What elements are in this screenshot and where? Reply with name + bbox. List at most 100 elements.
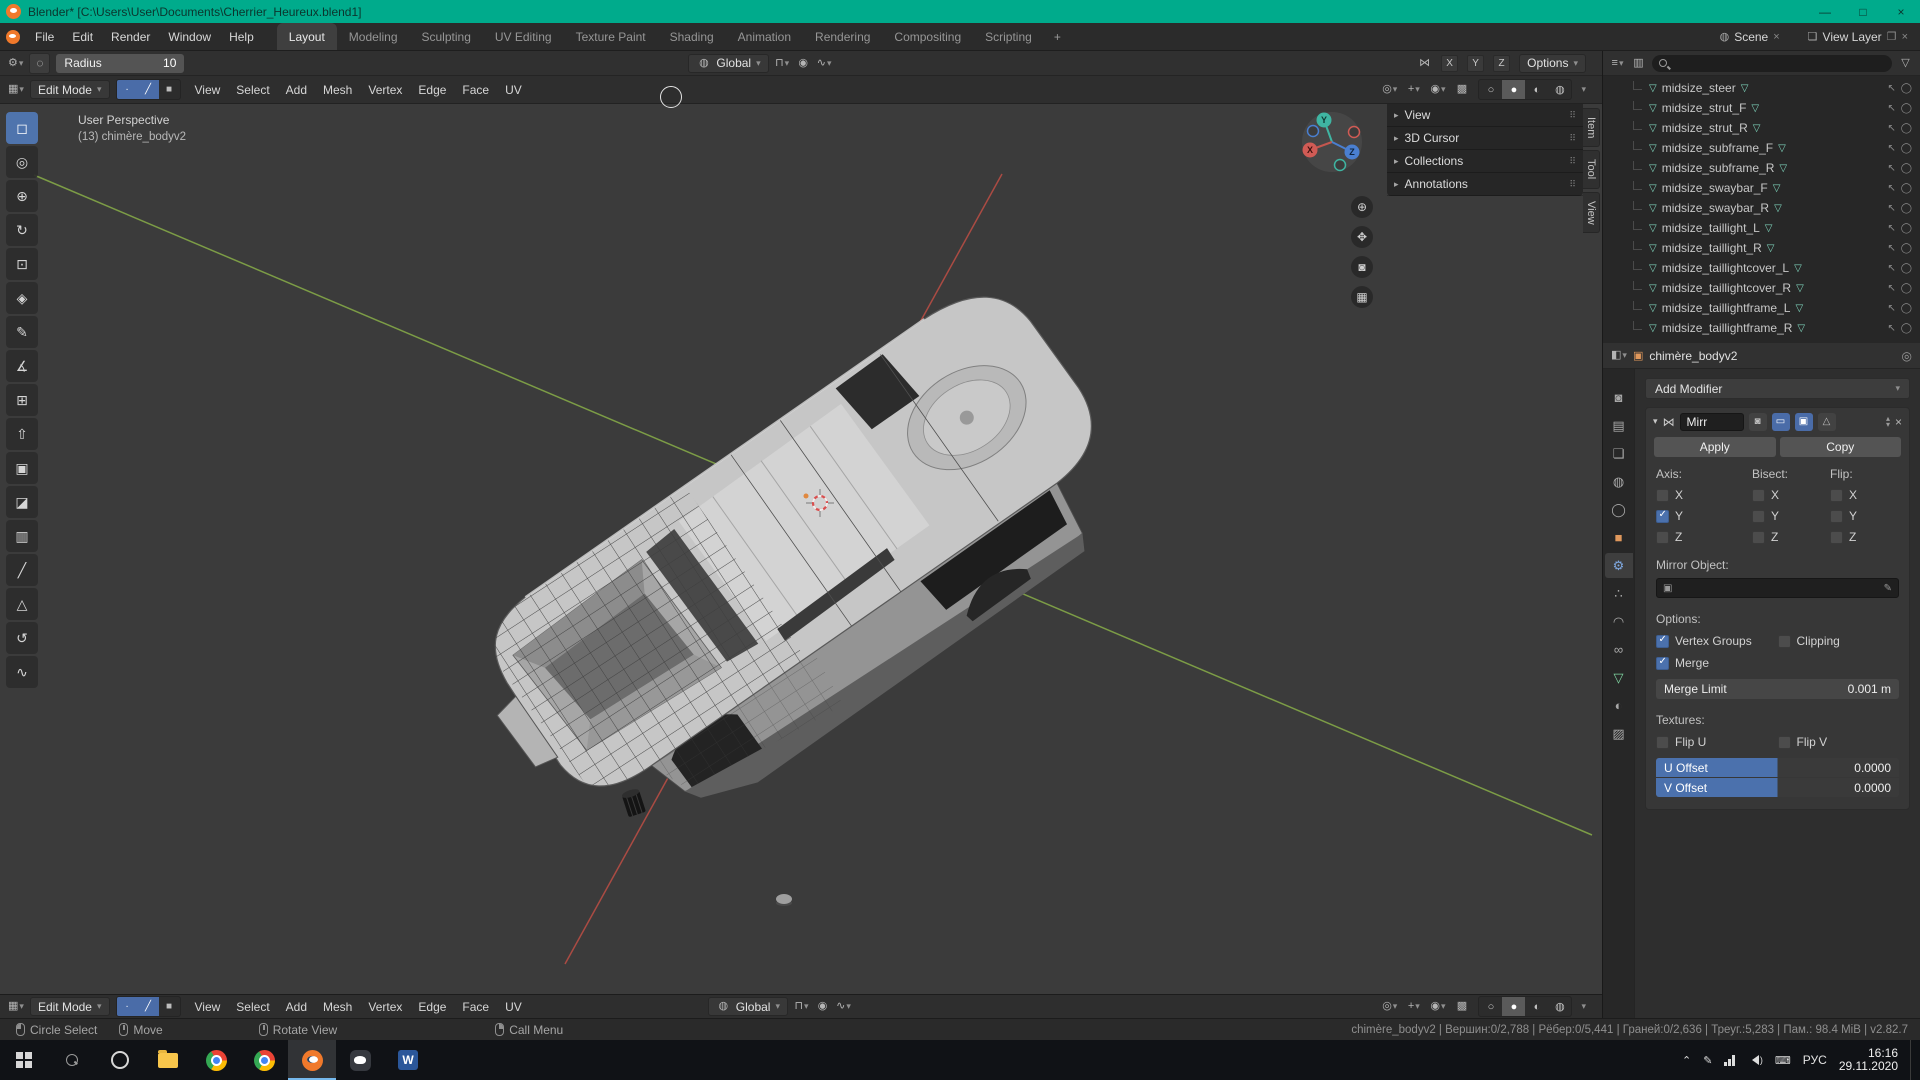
modifier-cage-toggle[interactable]: △ (1818, 413, 1836, 431)
outliner-item[interactable]: ▽ midsize_taillightframe_R ▽ ↖ ◯ (1603, 318, 1920, 338)
outliner-item[interactable]: ▽ midsize_taillightframe_L ▽ ↖ ◯ (1603, 298, 1920, 318)
small-cylinder-object[interactable] (621, 787, 646, 817)
copy-view-layer-icon[interactable]: ❐ (1887, 30, 1897, 43)
knife-tool[interactable]: ╱ (6, 554, 38, 586)
npanel-section[interactable]: Annotations ⠿ (1387, 173, 1583, 196)
hide-viewport-toggle-icon[interactable]: ◯ (1901, 263, 1912, 274)
flip-v-checkbox[interactable] (1778, 736, 1791, 749)
output-properties-tab[interactable]: ▤ (1605, 413, 1633, 438)
clock[interactable]: 16:16 29.11.2020 (1839, 1047, 1898, 1073)
axis-y-checkbox[interactable] (1656, 510, 1669, 523)
view-layer-properties-tab[interactable]: ❏ (1605, 441, 1633, 466)
hide-viewport-toggle-icon[interactable]: ◯ (1901, 303, 1912, 314)
outliner-item[interactable]: ▽ midsize_strut_R ▽ ↖ ◯ (1603, 118, 1920, 138)
edge-select-button[interactable]: ╱ (138, 80, 159, 99)
outliner-item-name[interactable]: midsize_taillightframe_R (1662, 321, 1793, 335)
mirror-y-toggle[interactable]: Y (1467, 55, 1484, 72)
panel-divider[interactable] (1602, 51, 1603, 1018)
hide-viewport-toggle-icon[interactable]: ◯ (1901, 203, 1912, 214)
viewport-menu-item[interactable]: Mesh (315, 1000, 360, 1014)
mirror-z-toggle[interactable]: Z (1493, 55, 1510, 72)
modifier-editmode-toggle[interactable]: ▣ (1795, 413, 1813, 431)
bisect-x-checkbox[interactable] (1752, 489, 1765, 502)
add-workspace-button[interactable]: + (1044, 30, 1071, 44)
workspace-tab[interactable]: Animation (726, 23, 803, 50)
scene-properties-tab[interactable]: ◍ (1605, 469, 1633, 494)
touch-keyboard-icon[interactable]: ⌨ (1775, 1054, 1791, 1067)
outliner-item-name[interactable]: midsize_taillightcover_L (1662, 261, 1789, 275)
workspace-tab[interactable]: Sculpting (410, 23, 483, 50)
remove-view-layer-icon[interactable]: × (1902, 31, 1908, 43)
npanel-section[interactable]: Collections ⠿ (1387, 150, 1583, 173)
ortho-toggle-icon[interactable]: ▦ (1351, 286, 1373, 308)
viewport-menu-item[interactable]: Vertex (360, 1000, 410, 1014)
viewport-3d[interactable]: User Perspective (13) chimère_bodyv2 ◻◎⊕… (0, 104, 1602, 994)
viewport-menu-item[interactable]: UV (497, 83, 530, 97)
viewport-menu-item[interactable]: Face (454, 83, 497, 97)
remove-modifier-icon[interactable]: × (1895, 415, 1902, 429)
shading-dropdown-icon[interactable]: ▾ (1581, 1001, 1586, 1012)
object-properties-tab[interactable]: ■ (1605, 525, 1633, 550)
rendered-shading-button[interactable]: ◍ (1548, 997, 1571, 1016)
inset-faces-tool[interactable]: ▣ (6, 452, 38, 484)
car-mesh-object[interactable] (443, 269, 1164, 882)
gizmo-y-neg[interactable] (1335, 160, 1346, 171)
object-data-properties-tab[interactable]: ▽ (1605, 665, 1633, 690)
outliner-item-name[interactable]: midsize_swaybar_R (1662, 201, 1769, 215)
outliner-search-input[interactable] (1652, 55, 1892, 72)
hide-viewport-toggle-icon[interactable]: ◯ (1901, 223, 1912, 234)
scene-selector[interactable]: ◍ Scene × (1720, 30, 1780, 44)
viewport-menu-item[interactable]: Mesh (315, 83, 360, 97)
outliner-item[interactable]: ▽ midsize_steer ▽ ↖ ◯ (1603, 78, 1920, 98)
workspace-tab[interactable]: Shading (658, 23, 726, 50)
editor-type-icon[interactable]: ▦ (8, 1001, 24, 1012)
outliner-item[interactable]: ▽ midsize_taillight_R ▽ ↖ ◯ (1603, 238, 1920, 258)
modifier-properties-tab[interactable]: ⚙ (1605, 553, 1633, 578)
zoom-icon[interactable]: ⊕ (1351, 196, 1373, 218)
bisect-z-checkbox[interactable] (1752, 531, 1765, 544)
outliner-item[interactable]: ▽ midsize_subframe_F ▽ ↖ ◯ (1603, 138, 1920, 158)
select-box-tool[interactable]: ◻ (6, 112, 38, 144)
outliner-item-name[interactable]: midsize_swaybar_F (1662, 181, 1768, 195)
overlays-toggle-icon[interactable]: ◉ (1430, 1001, 1445, 1012)
axis-z-checkbox[interactable] (1656, 531, 1669, 544)
orientation-dropdown[interactable]: ◍ Global ▾ (708, 997, 788, 1016)
visibility-dropdown-icon[interactable]: ◎ (1382, 1001, 1397, 1012)
workspace-tab[interactable]: Compositing (882, 23, 973, 50)
vertex-select-button[interactable]: ∙ (117, 80, 138, 99)
measure-tool[interactable]: ∡ (6, 350, 38, 382)
selectable-toggle-icon[interactable]: ↖ (1887, 283, 1895, 294)
selectable-toggle-icon[interactable]: ↖ (1887, 223, 1895, 234)
outliner-item-name[interactable]: midsize_taillight_L (1662, 221, 1760, 235)
network-icon[interactable] (1724, 1055, 1735, 1066)
proportional-edit-icon[interactable]: ◉ (815, 1001, 830, 1012)
menu-item[interactable]: Help (220, 23, 263, 51)
snap-magnet-icon[interactable]: ⊓ (775, 58, 790, 69)
workspace-tab[interactable]: Scripting (973, 23, 1044, 50)
title-bar[interactable]: Blender* [C:\Users\User\Documents\Cherri… (0, 0, 1920, 23)
radius-slider[interactable]: Radius 10 (56, 54, 184, 73)
expand-icon[interactable]: ▾ (1653, 416, 1658, 427)
maximize-button[interactable]: □ (1844, 0, 1882, 23)
mirror-object-field[interactable]: ▣ ✎ (1656, 578, 1899, 598)
outliner-item[interactable]: ▽ midsize_strut_F ▽ ↖ ◯ (1603, 98, 1920, 118)
hide-viewport-toggle-icon[interactable]: ◯ (1901, 243, 1912, 254)
hide-viewport-toggle-icon[interactable]: ◯ (1901, 103, 1912, 114)
selectable-toggle-icon[interactable]: ↖ (1887, 323, 1895, 334)
discord-button[interactable] (336, 1040, 384, 1080)
v-offset-slider[interactable]: V Offset 0.0000 (1656, 778, 1899, 797)
minimize-button[interactable]: — (1806, 0, 1844, 23)
camera-view-icon[interactable]: ◙ (1351, 256, 1373, 278)
outliner-item-name[interactable]: midsize_taillightcover_R (1662, 281, 1791, 295)
outliner-item-name[interactable]: midsize_steer (1662, 81, 1736, 95)
modifier-panel-header[interactable]: ▾ ⋈ Mirr ◙ ▭ ▣ △ ▴ ▾ × (1646, 408, 1909, 435)
selectable-toggle-icon[interactable]: ↖ (1887, 303, 1895, 314)
file-explorer-button[interactable] (144, 1040, 192, 1080)
material-shading-button[interactable]: ◐ (1525, 997, 1548, 1016)
tray-expand-icon[interactable]: ⌃ (1682, 1054, 1691, 1067)
falloff-icon[interactable]: ∿ (817, 58, 832, 69)
proportional-edit-icon[interactable]: ◉ (796, 58, 811, 69)
editor-type-icon[interactable]: ▦ (8, 84, 24, 95)
wireframe-shading-button[interactable]: ○ (1479, 80, 1502, 99)
menu-item[interactable]: Render (102, 23, 159, 51)
